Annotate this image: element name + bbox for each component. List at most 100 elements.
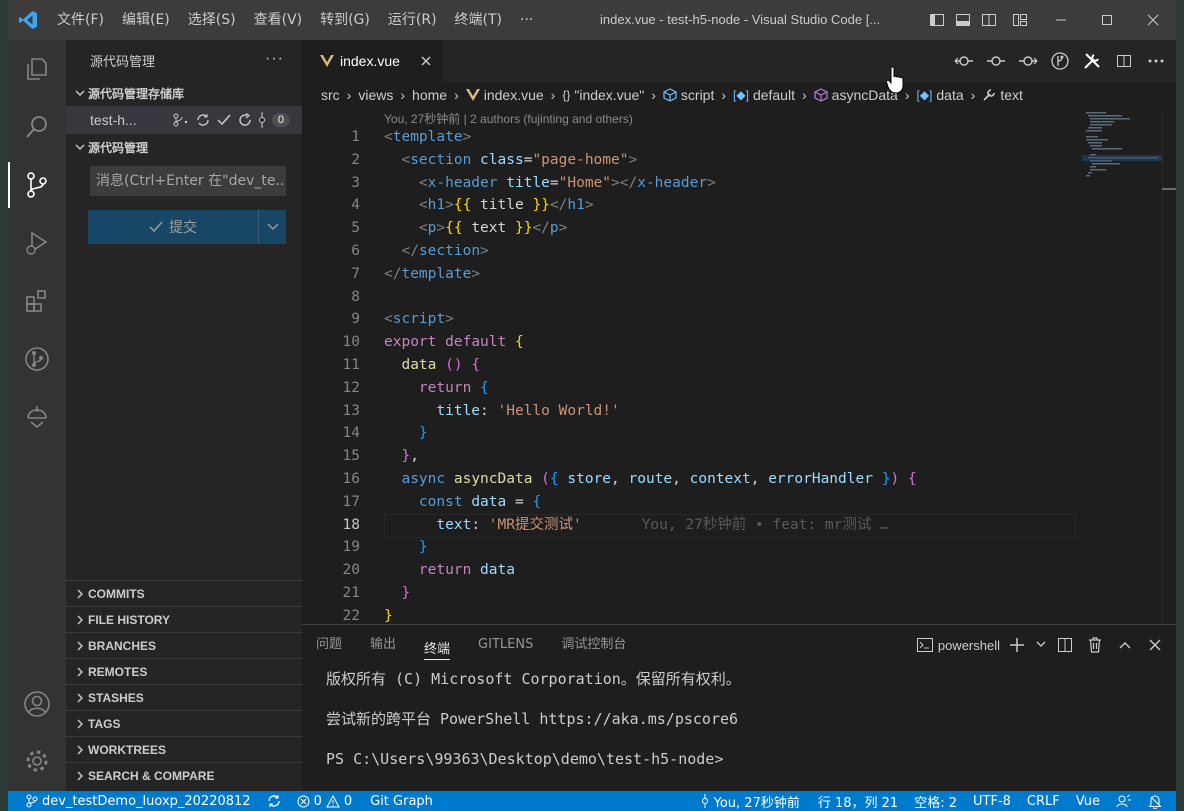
- status-git-graph[interactable]: Git Graph: [360, 791, 441, 811]
- code-line[interactable]: 18 text: 'MR提交测试' You, 27秒钟前 • feat: mr测试…: [302, 513, 1162, 538]
- code-line[interactable]: 22}: [302, 605, 1162, 624]
- code-line[interactable]: 2 <section class="page-home">: [302, 149, 1162, 172]
- section-stashes[interactable]: STASHES: [66, 684, 302, 710]
- code-line[interactable]: 6 </section>: [302, 240, 1162, 263]
- repository-row[interactable]: test-h... 0: [66, 106, 302, 134]
- code-line[interactable]: 11 data () {: [302, 354, 1162, 377]
- breadcrumb-module[interactable]: "index.vue": [574, 87, 644, 103]
- code-line[interactable]: 4 <h1>{{ title }}</h1>: [302, 194, 1162, 217]
- breadcrumb-views[interactable]: views: [358, 87, 393, 103]
- section-tags[interactable]: TAGS: [66, 710, 302, 736]
- editor-scrollbar[interactable]: [1162, 108, 1176, 624]
- status-eol[interactable]: CRLF: [1019, 791, 1068, 811]
- status-sync[interactable]: [259, 791, 289, 811]
- chevron-down-icon[interactable]: [1034, 631, 1048, 659]
- branch-icon[interactable]: [172, 113, 190, 127]
- split-editor-icon[interactable]: [1108, 45, 1140, 77]
- menu-more[interactable]: ···: [511, 0, 542, 40]
- code-line[interactable]: 19 }: [302, 536, 1162, 559]
- settings-gear-icon[interactable]: [8, 732, 66, 790]
- code-line[interactable]: 3 <x-header title="Home"></x-header>: [302, 172, 1162, 195]
- commit-check-icon[interactable]: [216, 113, 232, 127]
- tab-gitlens[interactable]: GITLENS: [478, 625, 533, 665]
- minimap[interactable]: [1082, 110, 1162, 190]
- commit-previous-icon[interactable]: [980, 45, 1012, 77]
- chevron-up-icon[interactable]: [1112, 631, 1138, 659]
- code-line[interactable]: 7 </template>: [302, 263, 1162, 286]
- split-terminal-icon[interactable]: [1052, 631, 1078, 659]
- commit-dropdown-button[interactable]: [258, 210, 286, 244]
- commit-button[interactable]: 提交: [88, 210, 286, 244]
- repositories-section-header[interactable]: 源代码管理存储库: [66, 80, 302, 106]
- sidebar-more-icon[interactable]: ···: [265, 50, 284, 68]
- new-terminal-icon[interactable]: [1004, 631, 1030, 659]
- status-blame[interactable]: You, 27秒钟前: [692, 791, 808, 811]
- toggle-secondary-sidebar-icon[interactable]: [976, 0, 1002, 40]
- customize-layout-icon[interactable]: [1002, 0, 1038, 40]
- trash-icon[interactable]: [1082, 631, 1108, 659]
- tab-debug-console[interactable]: 调试控制台: [561, 625, 626, 665]
- section-worktrees[interactable]: WORKTREES: [66, 736, 302, 762]
- menu-file[interactable]: 文件(F): [48, 0, 113, 40]
- code-editor[interactable]: You, 27秒钟前 | 2 authors (fujinting and ot…: [302, 108, 1162, 624]
- status-cursor-position[interactable]: 行 18，列 21: [808, 791, 906, 811]
- terminal-selector[interactable]: powershell: [916, 631, 1000, 659]
- gitlens-icon[interactable]: [8, 388, 66, 446]
- section-file-history[interactable]: FILE HISTORY: [66, 606, 302, 632]
- close-window-icon[interactable]: [1130, 0, 1176, 40]
- commit-message-input[interactable]: 消息(Ctrl+Enter 在"dev_te...: [90, 166, 286, 196]
- section-search-compare[interactable]: SEARCH & COMPARE: [66, 762, 302, 788]
- search-icon[interactable]: [8, 98, 66, 156]
- breadcrumb-script[interactable]: script: [681, 87, 714, 103]
- breadcrumb-file[interactable]: index.vue: [484, 87, 544, 103]
- feedback-icon[interactable]: [1108, 791, 1140, 811]
- close-tab-icon[interactable]: [420, 55, 432, 67]
- code-line[interactable]: 8: [302, 286, 1162, 309]
- section-branches[interactable]: BRANCHES: [66, 632, 302, 658]
- scm-section-header[interactable]: 源代码管理: [66, 134, 302, 160]
- minimize-icon[interactable]: [1038, 0, 1084, 40]
- terminal-output[interactable]: 版权所有 (C) Microsoft Corporation。保留所有权利。 尝…: [302, 665, 1176, 785]
- menu-go[interactable]: 转到(G): [311, 0, 379, 40]
- section-commits[interactable]: COMMITS: [66, 580, 302, 606]
- close-panel-icon[interactable]: [1142, 631, 1168, 659]
- git-history-icon[interactable]: [1044, 45, 1076, 77]
- code-line[interactable]: 9 <script>: [302, 308, 1162, 331]
- tab-terminal[interactable]: 终端: [424, 630, 451, 660]
- section-remotes[interactable]: REMOTES: [66, 658, 302, 684]
- code-line[interactable]: 17 const data = {: [302, 491, 1162, 514]
- status-indentation[interactable]: 空格: 2: [906, 791, 965, 811]
- breadcrumb-data[interactable]: data: [936, 87, 963, 103]
- open-changes-icon[interactable]: [948, 45, 980, 77]
- breadcrumb-home[interactable]: home: [412, 87, 447, 103]
- code-line[interactable]: 5 <p>{{ text }}</p>: [302, 217, 1162, 240]
- refresh-icon[interactable]: [238, 113, 252, 127]
- status-problems[interactable]: 0 0: [289, 791, 361, 811]
- breadcrumb-src[interactable]: src: [321, 87, 340, 103]
- menu-edit[interactable]: 编辑(E): [113, 0, 179, 40]
- tab-problems[interactable]: 问题: [316, 625, 342, 665]
- code-line[interactable]: 16 async asyncData ({ store, route, cont…: [302, 468, 1162, 491]
- explorer-icon[interactable]: [8, 40, 66, 98]
- commit-graph-icon[interactable]: [258, 112, 266, 128]
- maximize-icon[interactable]: [1084, 0, 1130, 40]
- toggle-sidebar-icon[interactable]: [924, 0, 950, 40]
- status-branch[interactable]: dev_testDemo_luoxp_20220812: [8, 791, 259, 811]
- sync-icon[interactable]: [196, 113, 210, 127]
- code-line[interactable]: 1 <template>: [302, 126, 1162, 149]
- code-line[interactable]: 10 export default {: [302, 331, 1162, 354]
- git-graph-icon[interactable]: [8, 330, 66, 388]
- code-line[interactable]: 14 }: [302, 422, 1162, 445]
- notifications-icon[interactable]: [1140, 791, 1176, 811]
- tab-output[interactable]: 输出: [370, 625, 396, 665]
- extensions-icon[interactable]: [8, 272, 66, 330]
- code-line[interactable]: 20 return data: [302, 559, 1162, 582]
- menu-terminal[interactable]: 终端(T): [446, 0, 511, 40]
- code-line[interactable]: 21 }: [302, 582, 1162, 605]
- code-line[interactable]: 15 },: [302, 445, 1162, 468]
- source-control-icon[interactable]: [8, 156, 66, 214]
- commit-main-button[interactable]: 提交: [88, 210, 258, 244]
- commit-next-icon[interactable]: [1012, 45, 1044, 77]
- breadcrumb-text[interactable]: text: [1000, 87, 1023, 103]
- code-line[interactable]: 13 title: 'Hello World!': [302, 400, 1162, 423]
